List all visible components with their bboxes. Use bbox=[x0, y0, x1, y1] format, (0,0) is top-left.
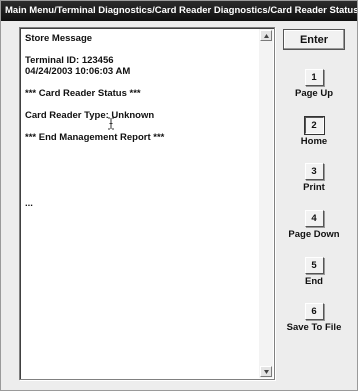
page-down-key[interactable]: 4 Page Down bbox=[284, 210, 344, 240]
window-title: Main Menu/Terminal Diagnostics/Card Read… bbox=[1, 1, 357, 21]
key-number[interactable]: 5 bbox=[304, 257, 324, 274]
report-line: 04/24/2003 10:06:03 AM bbox=[25, 66, 131, 77]
report-line: Card Reader Type: Unknown bbox=[25, 110, 155, 121]
page-up-label: Page Up bbox=[294, 88, 333, 99]
key-number[interactable]: 1 bbox=[304, 69, 324, 86]
report-line bbox=[25, 143, 256, 154]
scroll-up-arrow-icon[interactable] bbox=[260, 30, 272, 41]
page-up-key[interactable]: 1 Page Up bbox=[284, 69, 344, 99]
vertical-scrollbar[interactable] bbox=[259, 29, 273, 378]
report-line bbox=[25, 154, 256, 165]
text-cursor-icon bbox=[108, 117, 114, 130]
report-line bbox=[25, 165, 256, 176]
report-line bbox=[25, 121, 256, 132]
scroll-down-arrow-icon[interactable] bbox=[260, 366, 272, 377]
key-number[interactable]: 4 bbox=[304, 210, 324, 227]
report-line bbox=[25, 176, 256, 187]
end-key[interactable]: 5 End bbox=[284, 257, 344, 287]
report-line bbox=[25, 44, 256, 55]
home-key[interactable]: 2 Home bbox=[284, 116, 344, 147]
print-key[interactable]: 3 Print bbox=[284, 163, 344, 193]
report-line: Terminal ID: 123456 bbox=[25, 55, 114, 66]
key-number[interactable]: 6 bbox=[304, 303, 324, 320]
app-window: Main Menu/Terminal Diagnostics/Card Read… bbox=[0, 0, 358, 391]
report-line bbox=[25, 77, 256, 88]
report-line bbox=[25, 187, 256, 198]
home-label: Home bbox=[300, 136, 328, 147]
report-line: Store Message bbox=[25, 33, 93, 44]
report-line bbox=[25, 99, 256, 110]
report-line: *** Card Reader Status *** bbox=[25, 88, 141, 99]
save-to-file-label: Save To File bbox=[286, 322, 342, 333]
report-line: *** End Management Report *** bbox=[25, 132, 165, 143]
end-label: End bbox=[305, 276, 323, 287]
report-text: Store Message Terminal ID: 123456 04/24/… bbox=[25, 33, 256, 209]
page-down-label: Page Down bbox=[288, 229, 340, 240]
enter-button[interactable]: Enter bbox=[283, 29, 345, 50]
key-number[interactable]: 3 bbox=[304, 163, 324, 180]
print-label: Print bbox=[303, 182, 325, 193]
save-to-file-key[interactable]: 6 Save To File bbox=[284, 303, 344, 333]
report-text-area[interactable]: Store Message Terminal ID: 123456 04/24/… bbox=[19, 27, 275, 380]
report-line: ... bbox=[25, 198, 33, 209]
key-number[interactable]: 2 bbox=[303, 116, 325, 135]
